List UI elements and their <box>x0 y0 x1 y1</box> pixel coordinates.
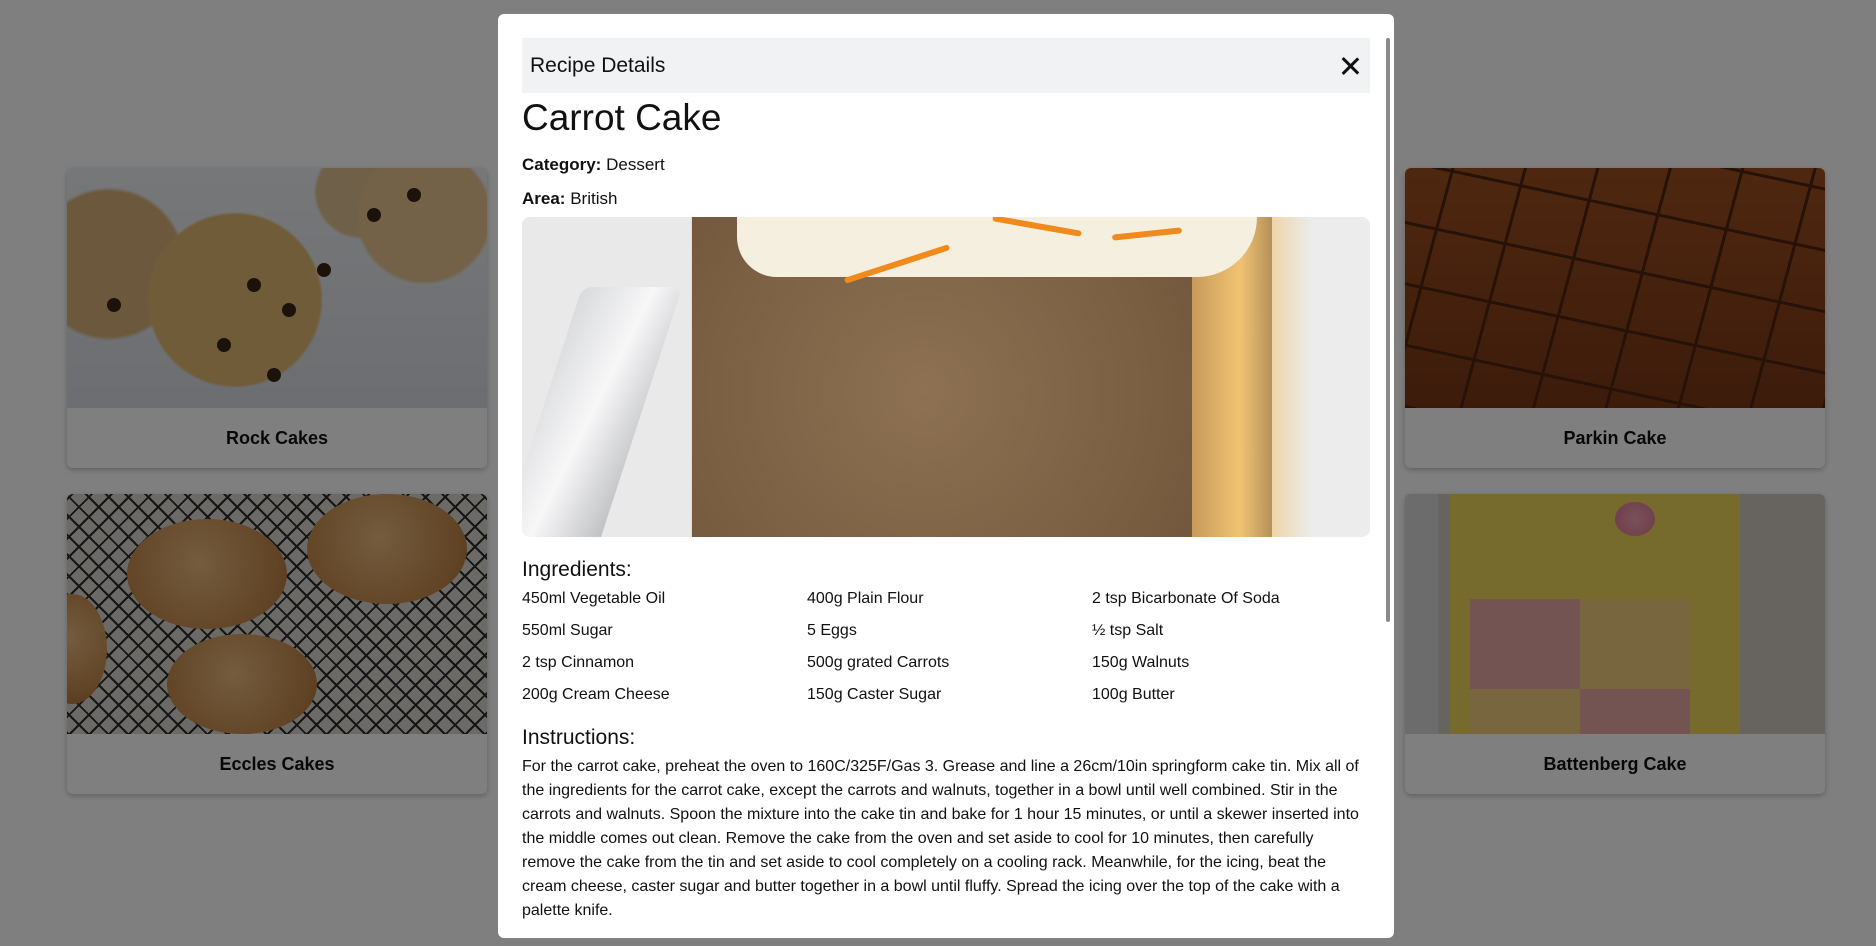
ingredient-item: 100g Butter <box>1092 686 1175 703</box>
category-label: Category: <box>522 155 602 174</box>
recipe-image <box>522 217 1370 537</box>
ingredient-item: 450ml Vegetable Oil <box>522 590 666 607</box>
area-value: British <box>570 189 618 208</box>
ingredient-item: 150g Walnuts <box>1092 654 1190 671</box>
instructions-text: For the carrot cake, preheat the oven to… <box>522 758 1359 919</box>
modal-title: Recipe Details <box>530 53 666 77</box>
category-value: Dessert <box>606 155 665 174</box>
modal-header: Recipe Details <box>522 38 1370 93</box>
area-label: Area: <box>522 189 566 208</box>
ingredient-item: 150g Caster Sugar <box>807 686 942 703</box>
ingredients-list: 450ml Vegetable Oil 400g Plain Flour 2 t… <box>522 585 1370 713</box>
modal-scrollbar[interactable] <box>1386 38 1390 622</box>
modal-content: Recipe Details Carrot Cake Category: Des… <box>522 38 1370 938</box>
ingredient-item: 2 tsp Cinnamon <box>522 654 635 671</box>
instructions-heading: Instructions: <box>522 726 636 749</box>
recipe-title: Carrot Cake <box>522 97 722 138</box>
ingredient-item: 550ml Sugar <box>522 622 613 639</box>
close-icon[interactable] <box>1338 54 1362 78</box>
ingredient-item: 2 tsp Bicarbonate Of Soda <box>1092 590 1280 607</box>
recipe-area: Area: British <box>522 189 1370 209</box>
ingredient-item: 500g grated Carrots <box>807 654 950 671</box>
ingredient-item: 5 Eggs <box>807 622 857 639</box>
recipe-category: Category: Dessert <box>522 155 1370 175</box>
ingredient-item: 400g Plain Flour <box>807 590 924 607</box>
ingredient-item: ½ tsp Salt <box>1092 622 1164 639</box>
ingredient-item: 200g Cream Cheese <box>522 686 670 703</box>
recipe-details-modal: Recipe Details Carrot Cake Category: Des… <box>498 14 1394 938</box>
ingredients-heading: Ingredients: <box>522 558 632 581</box>
